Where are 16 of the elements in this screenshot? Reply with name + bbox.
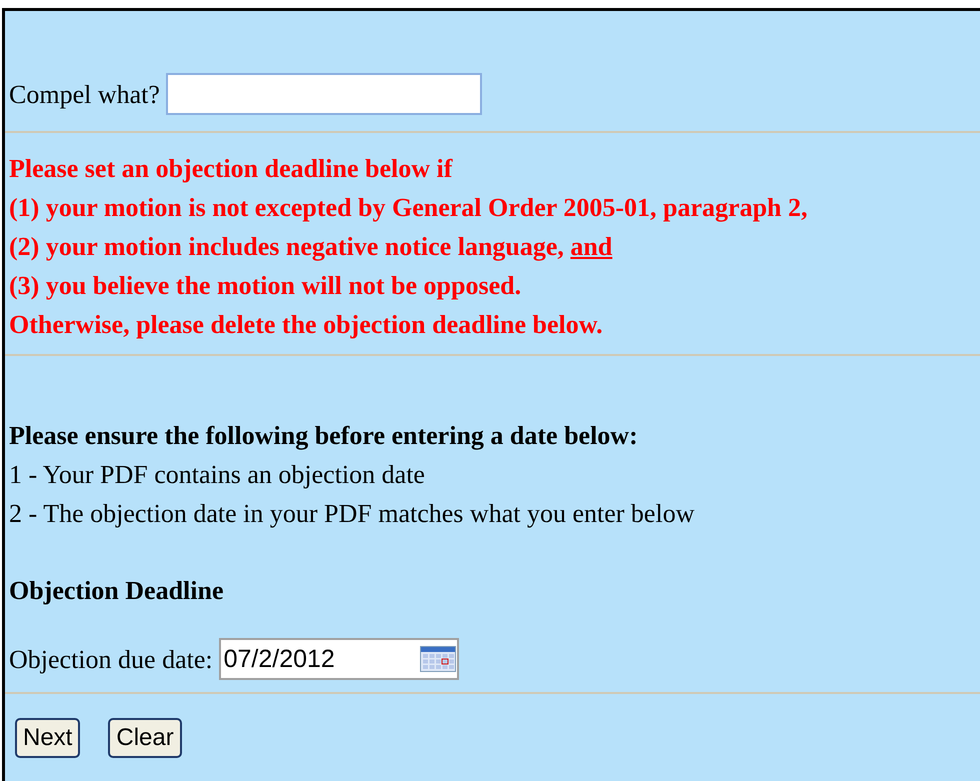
checklist-item: 1 - Your PDF contains an objection date bbox=[9, 459, 425, 491]
input-field[interactable] bbox=[166, 73, 482, 115]
field-label: Objection due date: bbox=[9, 644, 213, 676]
calendar-icon[interactable] bbox=[420, 646, 456, 672]
notice-text: Please set an objection deadline below if bbox=[9, 153, 452, 185]
notice-text: (3) you believe the motion will not be opposed. bbox=[9, 270, 522, 302]
date-field[interactable]: 07/2/2012 bbox=[218, 638, 459, 680]
notice-text: (1) your motion is not excepted by General Order 2005-01, paragraph 2, bbox=[9, 192, 808, 224]
form-button[interactable]: Clear bbox=[108, 718, 182, 758]
notice-text: Otherwise, please delete the objection deadline below. bbox=[9, 309, 603, 341]
form-button[interactable]: Next bbox=[15, 718, 80, 758]
field-label: Compel what? bbox=[9, 78, 160, 110]
section-heading: Please ensure the following before entering a date below: bbox=[9, 420, 638, 452]
notice-text: (2) your motion includes negative notice language, and bbox=[9, 231, 612, 263]
section-heading: Objection Deadline bbox=[9, 575, 224, 607]
checklist-item: 2 - The objection date in your PDF matches what you enter below bbox=[9, 498, 694, 530]
